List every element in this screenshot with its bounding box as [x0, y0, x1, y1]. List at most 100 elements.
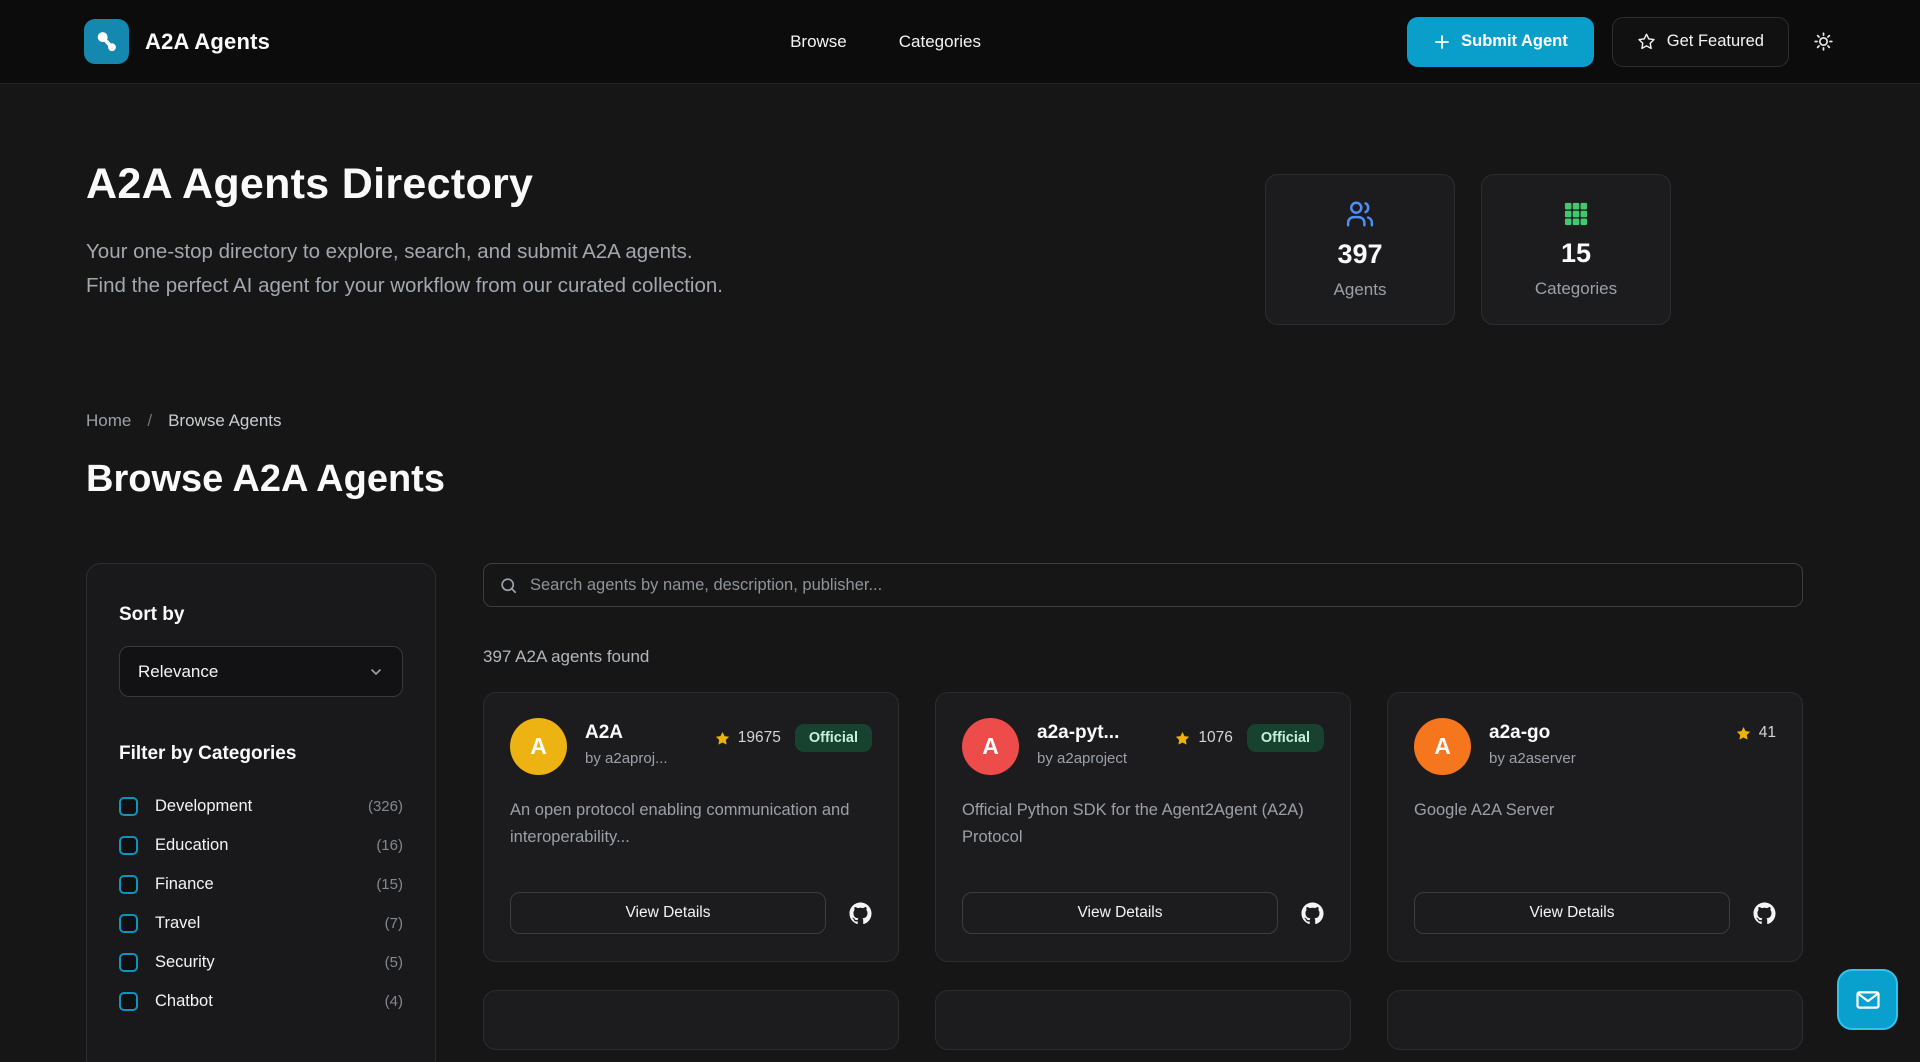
agent-cards-grid-next-row — [483, 990, 1803, 1050]
github-icon[interactable] — [849, 902, 872, 925]
view-details-button[interactable]: View Details — [962, 892, 1278, 934]
star-outline-icon — [1637, 32, 1656, 51]
get-featured-label: Get Featured — [1667, 32, 1764, 51]
plus-icon — [1433, 33, 1451, 51]
nav-browse[interactable]: Browse — [790, 32, 847, 52]
star-rating: 1076 — [1174, 729, 1232, 747]
results-column: 397 A2A agents found A A2A by a2aproj... — [483, 563, 1803, 1050]
agent-description: Google A2A Server — [1414, 797, 1776, 892]
view-details-button[interactable]: View Details — [1414, 892, 1730, 934]
category-label: Finance — [155, 875, 214, 894]
card-footer: View Details — [962, 892, 1324, 934]
get-featured-button[interactable]: Get Featured — [1612, 17, 1789, 67]
card-head: A A2A by a2aproj... 19675 — [510, 718, 872, 775]
category-label: Education — [155, 836, 228, 855]
checkbox-finance[interactable] — [119, 875, 138, 894]
star-count: 19675 — [738, 729, 781, 747]
agent-card-partial[interactable] — [935, 990, 1351, 1050]
hero-subtitle-line2: Find the perfect AI agent for your workf… — [86, 269, 723, 303]
breadcrumb-current: Browse Agents — [168, 411, 281, 431]
agent-publisher: by a2aproj... — [585, 750, 668, 767]
category-row-chatbot[interactable]: Chatbot (4) — [119, 982, 403, 1021]
category-filter-list: Development (326) Education (16) Finance… — [119, 787, 403, 1021]
submit-agent-label: Submit Agent — [1461, 32, 1568, 51]
official-badge: Official — [1247, 724, 1324, 752]
avatar: A — [1414, 718, 1471, 775]
category-row-security[interactable]: Security (5) — [119, 943, 403, 982]
card-title-col: A2A by a2aproj... — [585, 718, 668, 767]
contact-chat-button[interactable] — [1837, 969, 1898, 1030]
agent-card-a2a-python[interactable]: A a2a-pyt... by a2aproject 1076 — [935, 692, 1351, 962]
hero-section: A2A Agents Directory Your one-stop direc… — [0, 84, 1920, 411]
users-icon — [1345, 199, 1375, 229]
card-footer: View Details — [1414, 892, 1776, 934]
nav-categories[interactable]: Categories — [899, 32, 981, 52]
github-icon[interactable] — [1301, 902, 1324, 925]
mail-icon — [1854, 986, 1882, 1014]
grid-icon — [1562, 200, 1590, 228]
agents-count: 397 — [1337, 239, 1382, 270]
agent-card-partial[interactable] — [483, 990, 899, 1050]
checkbox-development[interactable] — [119, 797, 138, 816]
agent-description: Official Python SDK for the Agent2Agent … — [962, 797, 1324, 892]
categories-count-label: Categories — [1535, 279, 1617, 299]
app-logo — [84, 19, 129, 64]
agent-card-partial[interactable] — [1387, 990, 1803, 1050]
card-meta: 41 — [1735, 718, 1776, 742]
sort-by-heading: Sort by — [119, 604, 403, 626]
category-count: (16) — [376, 837, 403, 854]
stat-card-categories: 15 Categories — [1481, 174, 1671, 325]
page-title: Browse A2A Agents — [86, 458, 1803, 501]
checkbox-chatbot[interactable] — [119, 992, 138, 1011]
card-meta: 1076 Official — [1174, 718, 1324, 752]
category-row-development[interactable]: Development (326) — [119, 787, 403, 826]
top-header: A2A Agents Browse Categories Submit Agen… — [0, 0, 1920, 84]
star-count: 1076 — [1198, 729, 1232, 747]
category-row-travel[interactable]: Travel (7) — [119, 904, 403, 943]
category-count: (4) — [385, 993, 403, 1010]
category-row-finance[interactable]: Finance (15) — [119, 865, 403, 904]
submit-agent-button[interactable]: Submit Agent — [1407, 17, 1594, 67]
hero-text: A2A Agents Directory Your one-stop direc… — [86, 160, 723, 303]
star-count: 41 — [1759, 724, 1776, 742]
chevron-down-icon — [368, 664, 384, 680]
agent-name: A2A — [585, 722, 668, 744]
agent-card-a2a-go[interactable]: A a2a-go by a2aserver 41 — [1387, 692, 1803, 962]
category-count: (7) — [385, 915, 403, 932]
star-icon — [1735, 725, 1752, 742]
agent-description: An open protocol enabling communication … — [510, 797, 872, 892]
agent-publisher: by a2aproject — [1037, 750, 1127, 767]
star-icon — [714, 730, 731, 747]
main-nav: Browse Categories — [790, 32, 981, 52]
star-rating: 19675 — [714, 729, 781, 747]
sort-select[interactable]: Relevance — [119, 646, 403, 697]
category-label: Travel — [155, 914, 200, 933]
checkbox-security[interactable] — [119, 953, 138, 972]
category-row-education[interactable]: Education (16) — [119, 826, 403, 865]
hero-subtitle-line1: Your one-stop directory to explore, sear… — [86, 235, 723, 269]
card-footer: View Details — [510, 892, 872, 934]
checkbox-education[interactable] — [119, 836, 138, 855]
breadcrumb: Home / Browse Agents — [86, 411, 1803, 431]
card-meta: 19675 Official — [714, 718, 872, 752]
official-badge: Official — [795, 724, 872, 752]
star-icon — [1174, 730, 1191, 747]
result-count: 397 A2A agents found — [483, 647, 1803, 667]
stats-row: 397 Agents 15 Categories — [1265, 174, 1671, 325]
breadcrumb-home[interactable]: Home — [86, 411, 131, 431]
view-details-button[interactable]: View Details — [510, 892, 826, 934]
brand[interactable]: A2A Agents — [84, 19, 270, 64]
breadcrumb-separator: / — [147, 411, 152, 431]
agent-card-a2a[interactable]: A A2A by a2aproj... 19675 — [483, 692, 899, 962]
search-icon — [499, 576, 518, 595]
star-rating: 41 — [1735, 724, 1776, 742]
theme-toggle-sun-icon[interactable] — [1813, 31, 1834, 52]
hero-title: A2A Agents Directory — [86, 160, 723, 209]
category-count: (5) — [385, 954, 403, 971]
categories-count: 15 — [1561, 238, 1591, 269]
search-input[interactable] — [530, 576, 1787, 595]
stat-card-agents: 397 Agents — [1265, 174, 1455, 325]
agent-name: a2a-pyt... — [1037, 722, 1127, 744]
checkbox-travel[interactable] — [119, 914, 138, 933]
github-icon[interactable] — [1753, 902, 1776, 925]
